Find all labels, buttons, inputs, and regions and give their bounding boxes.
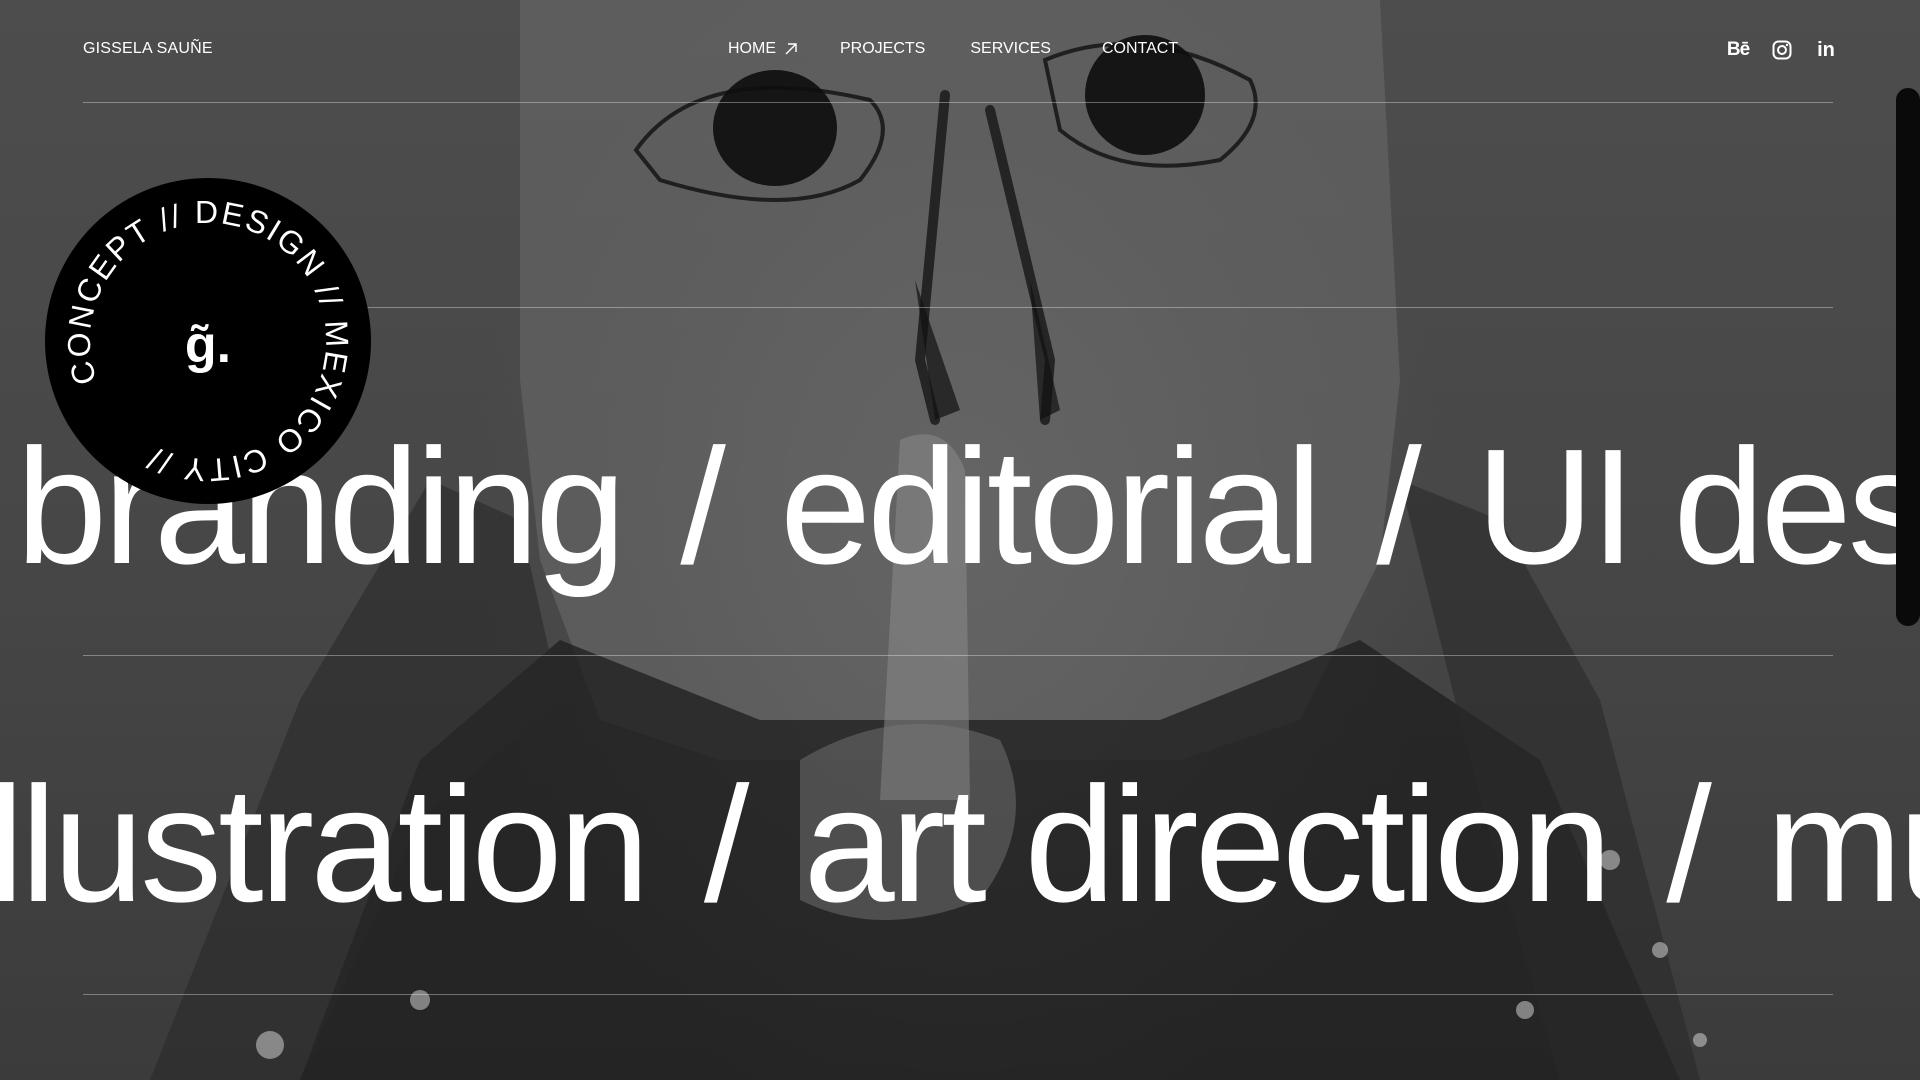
divider-line [83, 102, 1833, 103]
linkedin-icon[interactable]: in [1814, 38, 1838, 62]
divider-line [83, 994, 1833, 995]
marquee-item: llustration [0, 753, 650, 936]
marquee-item: art direction [803, 753, 1612, 936]
instagram-icon[interactable] [1770, 38, 1794, 62]
instagram-glyph-icon [1772, 40, 1792, 60]
brand-logo-link[interactable]: GISSELA SAUÑE [83, 40, 213, 58]
page: GISSELA SAUÑE HOME PROJECTS SERVICES CON… [0, 0, 1920, 1080]
page-scrollbar[interactable] [1896, 88, 1920, 626]
nav-home-label: HOME [728, 40, 776, 57]
site-header: GISSELA SAUÑE HOME PROJECTS SERVICES CON… [0, 0, 1920, 102]
nav-home-link[interactable]: HOME [728, 40, 798, 58]
marquee-item: mu [1765, 753, 1920, 936]
arrow-up-right-icon [785, 43, 797, 55]
social-links: Bē in [1726, 38, 1838, 62]
services-marquee-row-2: llustration/art direction/mu [0, 763, 1920, 927]
marquee-separator: / [680, 415, 726, 598]
divider-line [83, 655, 1833, 656]
rotating-badge[interactable]: CONCEPT // DESIGN // MEXICO CITY // g̃. [44, 177, 372, 505]
behance-icon[interactable]: Bē [1726, 38, 1750, 62]
marquee-item: editorial [779, 415, 1322, 598]
nav-services-link[interactable]: SERVICES [970, 40, 1051, 58]
nav-contact-link[interactable]: CONTACT [1102, 40, 1178, 58]
marquee-separator: / [1376, 415, 1422, 598]
marquee-separator: / [703, 753, 750, 936]
main-nav: HOME PROJECTS SERVICES CONTACT [728, 40, 1178, 58]
nav-projects-link[interactable]: PROJECTS [840, 40, 925, 58]
marquee-separator: / [1666, 753, 1712, 936]
marquee-item: UI des [1475, 415, 1920, 598]
badge-monogram: g̃. [184, 316, 232, 374]
